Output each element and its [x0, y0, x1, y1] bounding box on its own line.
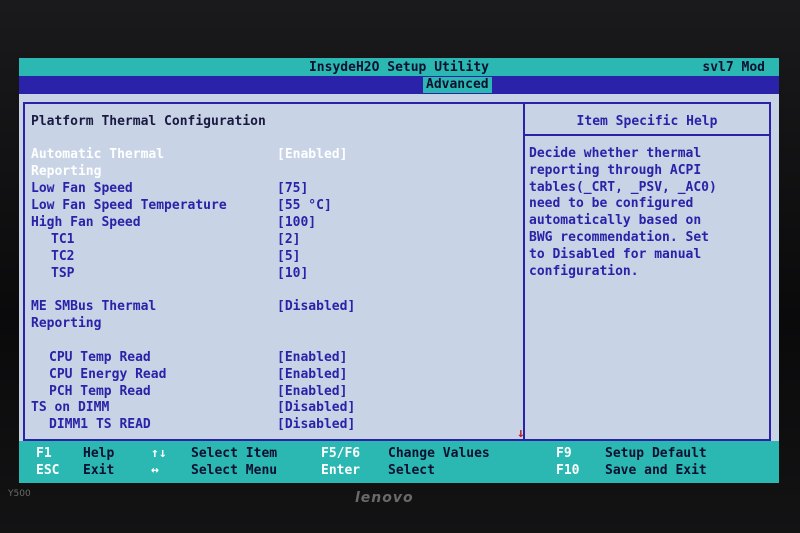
setting-value[interactable]: [5]: [277, 249, 300, 264]
key-f1: F1: [36, 446, 52, 461]
bios-screen: InsydeH2O Setup Utility svl7 Mod Advance…: [19, 58, 779, 483]
help-text: Decide whether thermal reporting through…: [529, 146, 717, 279]
key-f9: F9: [556, 446, 572, 461]
setting-cpu-energy-read[interactable]: CPU Energy Read: [49, 367, 166, 382]
setting-value[interactable]: [Disabled]: [277, 299, 355, 314]
tab-bar: Advanced: [19, 76, 779, 94]
setting-low-fan-speed-temperature[interactable]: Low Fan Speed Temperature: [31, 198, 227, 213]
setting-automatic-thermal-reporting[interactable]: Automatic Thermal: [31, 147, 164, 162]
app-title: InsydeH2O Setup Utility: [308, 60, 489, 75]
select-menu-label: Select Menu: [191, 463, 278, 478]
setting-value[interactable]: [10]: [277, 266, 308, 281]
tab-advanced[interactable]: Advanced: [423, 77, 492, 93]
help-title: Item Specific Help: [576, 114, 718, 129]
title-bar: InsydeH2O Setup Utility svl7 Mod: [19, 58, 779, 76]
save-exit-label: Save and Exit: [605, 463, 707, 478]
setting-value[interactable]: [Enabled]: [277, 384, 347, 399]
item-help-panel: Item Specific Help Decide whether therma…: [523, 102, 771, 441]
setting-value[interactable]: [Enabled]: [277, 367, 347, 382]
key-enter: Enter: [321, 463, 361, 478]
bezel-model-tag: Y500: [8, 489, 31, 499]
setup-default-label: Setup Default: [605, 446, 707, 461]
key-f5f6: F5/F6: [321, 446, 361, 461]
setting-label-continued: Reporting: [31, 164, 102, 179]
setting-value[interactable]: [55 °C]: [277, 198, 332, 213]
help-divider: [525, 134, 769, 136]
settings-panel: Platform Thermal Configuration Automatic…: [23, 102, 525, 441]
setting-low-fan-speed[interactable]: Low Fan Speed: [31, 181, 133, 196]
setting-tsp[interactable]: TSP: [51, 266, 74, 281]
setting-value[interactable]: [Enabled]: [277, 147, 347, 162]
setting-cpu-temp-read[interactable]: CPU Temp Read: [49, 350, 151, 365]
setting-value[interactable]: [Disabled]: [277, 417, 355, 432]
key-help-label: Help: [83, 446, 115, 461]
setting-label-continued: Reporting: [31, 316, 102, 331]
key-esc: ESC: [36, 463, 60, 478]
setting-value[interactable]: [75]: [277, 181, 308, 196]
setting-pch-temp-read[interactable]: PCH Temp Read: [49, 384, 151, 399]
setting-tc1[interactable]: TC1: [51, 232, 74, 247]
section-title: Platform Thermal Configuration: [31, 114, 266, 129]
leftright-arrows-icon: ↔: [151, 463, 159, 478]
setting-high-fan-speed[interactable]: High Fan Speed: [31, 215, 141, 230]
key-f10: F10: [556, 463, 580, 478]
setting-value[interactable]: [Enabled]: [277, 350, 347, 365]
setting-value[interactable]: [100]: [277, 215, 316, 230]
key-legend-bar: F1 Help ESC Exit ↑↓ Select Item ↔ Select…: [19, 441, 779, 483]
change-values-label: Change Values: [388, 446, 490, 461]
setting-dimm1-ts-read[interactable]: DIMM1 TS READ: [49, 417, 151, 432]
key-exit-label: Exit: [83, 463, 115, 478]
setting-value[interactable]: [2]: [277, 232, 300, 247]
setting-me-smbus-thermal-reporting[interactable]: ME SMBus Thermal: [31, 299, 156, 314]
select-label: Select: [388, 463, 435, 478]
lenovo-logo: lenovo: [355, 490, 414, 506]
select-item-label: Select Item: [191, 446, 278, 461]
setting-value[interactable]: [Disabled]: [277, 400, 355, 415]
setting-ts-on-dimm[interactable]: TS on DIMM: [31, 400, 109, 415]
updown-arrows-icon: ↑↓: [151, 446, 167, 461]
setting-tc2[interactable]: TC2: [51, 249, 74, 264]
bios-mod-label: svl7 Mod: [702, 60, 765, 75]
